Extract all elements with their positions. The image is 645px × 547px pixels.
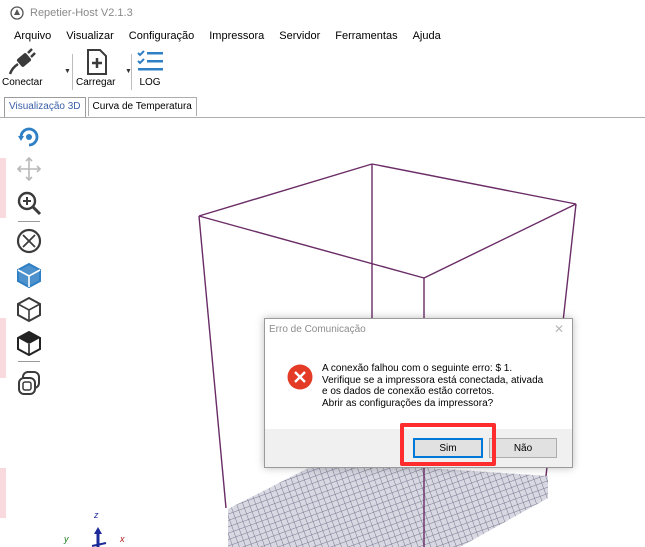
no-button[interactable]: Não — [489, 438, 557, 458]
tab-temperature-curve[interactable]: Curva de Temperatura — [87, 97, 197, 116]
load-button[interactable]: Carregar — [76, 48, 115, 88]
tab-3d-view[interactable]: Visualização 3D — [4, 97, 86, 117]
window-title: Repetier-Host V2.1.3 — [30, 7, 133, 19]
move-view-button[interactable] — [14, 154, 44, 184]
dialog-message-line: e os dados de conexão estão corretos. — [322, 386, 495, 397]
toolbar: Conectar ▼ Carregar ▼ LOG — [0, 46, 645, 94]
load-label: Carregar — [76, 77, 116, 88]
log-label: LOG — [139, 77, 161, 88]
menu-arquivo[interactable]: Arquivo — [14, 30, 51, 42]
toolbar-separator — [131, 54, 132, 90]
axis-indicator: z y x — [62, 510, 132, 547]
isometric-view-icon — [17, 262, 41, 288]
menu-impressora[interactable]: Impressora — [209, 30, 264, 42]
error-icon — [287, 364, 313, 390]
highlight-box — [400, 423, 496, 466]
side-toolbar-separator — [18, 221, 40, 222]
zoom-icon — [17, 191, 42, 216]
rotate-view-icon — [18, 127, 39, 147]
menu-bar: Arquivo Visualizar Configuração Impresso… — [0, 26, 645, 46]
log-button[interactable]: LOG — [135, 48, 165, 88]
menu-ajuda[interactable]: Ajuda — [413, 30, 441, 42]
front-view-icon — [17, 296, 41, 322]
plug-icon — [9, 48, 37, 75]
dialog-close-icon[interactable]: ✕ — [554, 322, 564, 336]
front-view-button[interactable] — [14, 294, 44, 324]
menu-configuracao[interactable]: Configuração — [129, 30, 194, 42]
isometric-view-button[interactable] — [14, 260, 44, 290]
menu-visualizar[interactable]: Visualizar — [66, 30, 114, 42]
zoom-button[interactable] — [14, 188, 44, 218]
log-list-icon — [137, 50, 163, 71]
dialog-message-line: Abrir as configurações da impressora? — [322, 397, 494, 409]
axis-y-label: y — [64, 534, 69, 544]
menu-ferramentas[interactable]: Ferramentas — [335, 30, 397, 42]
rotate-view-button[interactable] — [14, 122, 44, 152]
connect-button[interactable]: Conectar — [2, 48, 43, 88]
top-view-button[interactable] — [14, 328, 44, 358]
load-file-icon — [86, 49, 107, 75]
dialog-message: A conexão falhou com o seguinte erro: $ … — [322, 363, 562, 409]
axis-z-label: z — [94, 510, 99, 520]
dialog-message-line: A conexão falhou com o seguinte erro: $ … — [322, 363, 513, 374]
fit-to-view-button[interactable] — [14, 226, 44, 256]
dialog-message-line: Verifique se a impressora está conectada… — [322, 374, 544, 386]
side-toolbar-separator — [18, 361, 40, 362]
connect-dropdown-icon[interactable]: ▼ — [64, 68, 71, 75]
top-view-icon — [17, 330, 41, 356]
toggle-objects-icon — [18, 371, 40, 395]
dialog-title: Erro de Comunicação — [269, 324, 366, 335]
toolbar-separator — [72, 54, 73, 90]
fit-to-view-icon — [16, 228, 42, 254]
move-view-icon — [16, 156, 42, 182]
title-bar: Repetier-Host V2.1.3 — [0, 0, 645, 26]
view-tabs: Visualização 3D Curva de Temperatura — [4, 97, 199, 117]
app-logo-icon — [10, 6, 24, 20]
toggle-objects-button[interactable] — [14, 368, 44, 398]
connect-label: Conectar — [2, 77, 43, 88]
axis-x-label: x — [120, 534, 125, 544]
menu-servidor[interactable]: Servidor — [279, 30, 320, 42]
